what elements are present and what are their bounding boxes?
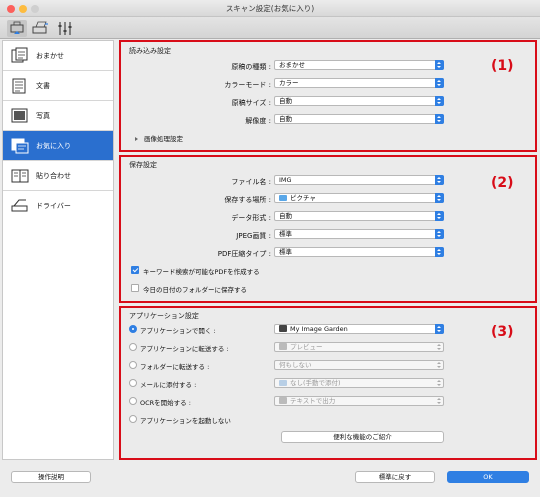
sidebar-item-label: お気に入り — [36, 142, 71, 150]
field-label: 保存する場所 : — [224, 196, 271, 204]
file-name-combo[interactable]: IMG — [274, 175, 444, 185]
sidebar-item-favorite[interactable]: お気に入り — [3, 131, 113, 161]
sidebar-item-label: ドライバー — [36, 202, 71, 210]
more-functions-button[interactable]: 便利な機能のご紹介 — [281, 431, 444, 443]
field-label: 原稿の種類 : — [231, 63, 271, 71]
radio-start-ocr[interactable] — [129, 397, 137, 405]
folder-icon — [279, 195, 287, 201]
sidebar-item-label: 写真 — [36, 112, 50, 120]
ocr-icon — [279, 397, 287, 404]
save-settings-panel: 保存設定 ファイル名 : IMG 保存する場所 : ピクチャ データ形式 : 自… — [121, 157, 535, 301]
defaults-button[interactable]: 標準に戻す — [355, 471, 435, 483]
select-document-type[interactable]: おまかせ — [274, 60, 444, 70]
toolbar — [0, 17, 540, 39]
select-pdf-compression[interactable]: 標準 — [274, 247, 444, 257]
select-open-app[interactable]: My Image Garden — [274, 324, 444, 334]
section-title: 読み込み設定 — [129, 47, 171, 55]
radio-send-to-folder[interactable] — [129, 361, 137, 369]
select-send-to-folder[interactable]: 何もしない — [274, 360, 444, 370]
preview-app-icon — [279, 343, 287, 350]
sidebar-item-label: 貼り合わせ — [36, 172, 71, 180]
radio-send-to-app[interactable] — [129, 343, 137, 351]
section-number: (3) — [491, 324, 514, 340]
select-start-ocr[interactable]: テキストで出力 — [274, 396, 444, 406]
select-save-location[interactable]: ピクチャ — [274, 193, 444, 203]
sidebar-item-stitch[interactable]: 貼り合わせ — [3, 161, 113, 191]
field-label: ファイル名 : — [231, 178, 271, 186]
radio-label: アプリケーションに転送する : — [140, 345, 229, 353]
section-number: (2) — [491, 175, 514, 191]
document-icon — [10, 77, 30, 95]
stitch-icon — [10, 167, 30, 185]
field-label: 原稿サイズ : — [231, 99, 271, 107]
date-folder-checkbox[interactable] — [131, 284, 139, 292]
field-label: 解像度 : — [245, 117, 271, 125]
ok-button[interactable]: OK — [447, 471, 529, 483]
favorite-icon — [10, 137, 30, 155]
keyword-pdf-checkbox[interactable] — [131, 266, 139, 274]
scan-settings-panel: 読み込み設定 原稿の種類 : おまかせ カラーモード : カラー 原稿サイズ :… — [121, 42, 535, 150]
select-attach-email[interactable]: なし(手動で添付) — [274, 378, 444, 388]
radio-open-app[interactable] — [129, 325, 137, 333]
section-title: 保存設定 — [129, 161, 157, 169]
radio-label: アプリケーションで開く : — [140, 327, 216, 335]
checkbox-label: 今日の日付のフォルダーに保存する — [143, 286, 247, 294]
sidebar-item-auto[interactable]: おまかせ — [3, 41, 113, 71]
field-label: カラーモード : — [224, 81, 271, 89]
radio-label: アプリケーションを起動しない — [140, 417, 231, 425]
select-send-to-app[interactable]: プレビュー — [274, 342, 444, 352]
sidebar-item-label: おまかせ — [36, 52, 64, 60]
radio-label: メールに添付する : — [140, 381, 197, 389]
radio-do-not-start-app[interactable] — [129, 415, 137, 423]
driver-icon — [10, 197, 30, 215]
app-settings-panel: アプリケーション設定 アプリケーションで開く : My Image Garden… — [121, 308, 535, 458]
select-data-format[interactable]: 自動 — [274, 211, 444, 221]
radio-label: OCRを開始する : — [140, 399, 191, 407]
section-title: アプリケーション設定 — [129, 312, 199, 320]
scan-mode-sidebar: おまかせ 文書 写真 お気に入り 貼り合わせ ドライバー — [2, 40, 114, 460]
sidebar-item-driver[interactable]: ドライバー — [3, 191, 113, 221]
disclosure-triangle-icon — [135, 137, 138, 141]
field-label: JPEG画質 : — [236, 232, 271, 240]
photo-icon — [10, 107, 30, 125]
mail-folder-icon — [279, 380, 287, 386]
help-button[interactable]: 操作説明 — [11, 471, 91, 483]
zoom-window-icon[interactable] — [31, 5, 39, 13]
title-bar: スキャン設定(お気に入り) — [0, 0, 540, 17]
auto-scan-icon — [10, 47, 30, 65]
sidebar-item-label: 文書 — [36, 82, 50, 90]
scan-from-panel-icon[interactable] — [30, 20, 50, 37]
sidebar-item-photo[interactable]: 写真 — [3, 101, 113, 131]
app-icon — [279, 325, 287, 332]
select-jpeg-quality[interactable]: 標準 — [274, 229, 444, 239]
minimize-window-icon[interactable] — [19, 5, 27, 13]
field-label: データ形式 : — [231, 214, 271, 222]
scan-from-computer-icon[interactable] — [7, 20, 27, 37]
radio-attach-email[interactable] — [129, 379, 137, 387]
select-color-mode[interactable]: カラー — [274, 78, 444, 88]
section-number: (1) — [491, 58, 514, 74]
window-title: スキャン設定(お気に入り) — [225, 4, 315, 13]
image-processing-expander[interactable]: 画像処理設定 — [135, 133, 183, 143]
sidebar-item-document[interactable]: 文書 — [3, 71, 113, 101]
select-paper-size[interactable]: 自動 — [274, 96, 444, 106]
radio-label: フォルダーに転送する : — [140, 363, 210, 371]
close-window-icon[interactable] — [7, 5, 15, 13]
field-label: PDF圧縮タイプ : — [217, 250, 271, 258]
checkbox-label: キーワード検索が可能なPDFを作成する — [143, 268, 260, 276]
general-settings-icon[interactable] — [55, 20, 75, 37]
select-resolution[interactable]: 自動 — [274, 114, 444, 124]
